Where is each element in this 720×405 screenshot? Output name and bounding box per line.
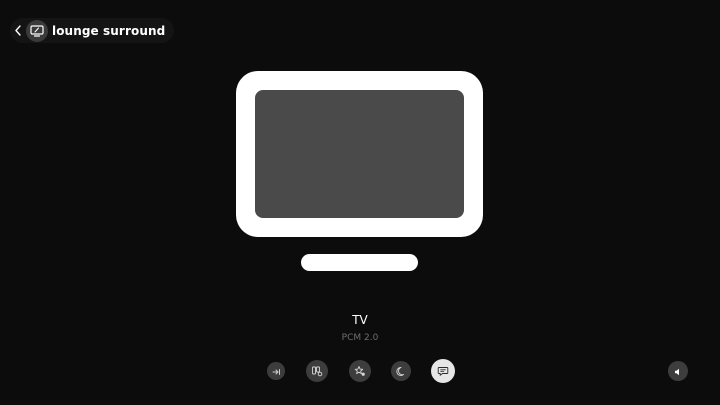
input-button[interactable] [267,362,285,380]
sound-system-screen: lounge surround TV PCM 2.0 [0,0,720,405]
tv-stand [301,254,418,271]
speech-enhancement-icon [437,362,449,381]
source-name: TV [352,313,368,327]
audio-format: PCM 2.0 [341,333,379,343]
volume-button[interactable] [668,361,688,381]
tv-screen [255,90,464,218]
input-icon [271,362,281,381]
speaker-settings-button[interactable] [306,360,328,382]
tv-illustration [236,71,483,271]
speaker-grid-settings-icon [311,362,323,381]
night-mode-icon [395,362,407,381]
speech-enhancement-button[interactable] [431,359,455,383]
sound-effects-icon [354,362,366,381]
sound-effects-button[interactable] [349,360,371,382]
speaker-volume-icon [673,362,683,381]
night-mode-button[interactable] [391,361,411,381]
